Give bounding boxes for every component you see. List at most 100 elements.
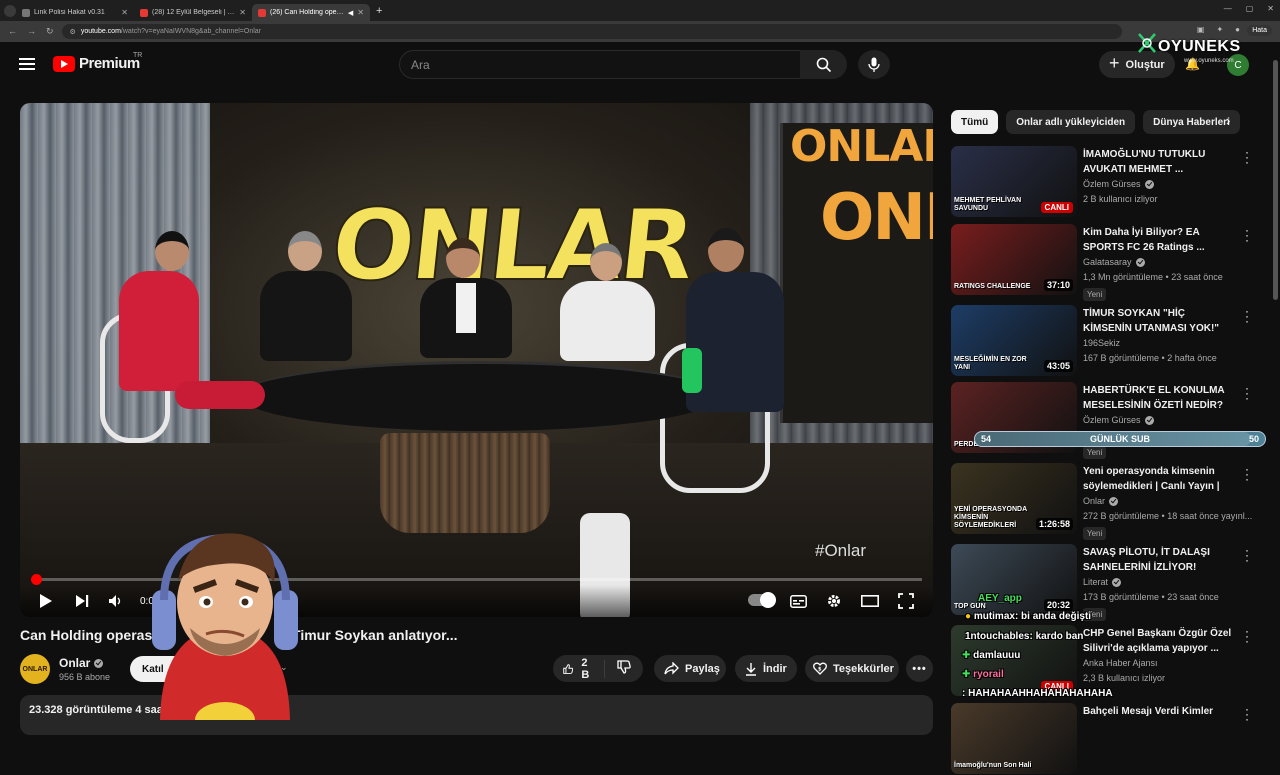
recommendation-title[interactable]: HABERTÜRK'E EL KONULMA MESELESİNİN ÖZETİ… (1083, 383, 1233, 413)
video-thumbnail[interactable]: YENİ OPERASYONDA KİMSENİN SÖYLEMEDİKLERİ… (951, 463, 1077, 534)
scrollbar-thumb[interactable] (1273, 60, 1278, 300)
recommendation-title[interactable]: İMAMOĞLU'NU TUTUKLU AVUKATI MEHMET ... (1083, 147, 1233, 177)
settings-button[interactable] (824, 591, 844, 611)
tab-close-icon[interactable]: ✕ (121, 8, 128, 17)
voice-search-button[interactable] (858, 50, 890, 79)
more-vertical-icon[interactable]: · · · (1242, 146, 1252, 168)
play-button[interactable] (36, 591, 56, 611)
more-vertical-icon[interactable]: · · · (1242, 224, 1252, 246)
browser-tab-1[interactable]: Link Polisi Hakat v0.31 ✕ (16, 4, 134, 21)
error-badge[interactable]: Hata (1247, 25, 1272, 36)
fullscreen-button[interactable] (896, 591, 916, 611)
recommendation-channel[interactable]: 196Sekiz (1083, 338, 1120, 348)
chat-message: 1ntouchables: kardo ban (965, 631, 1084, 642)
share-label: Paylaş (685, 662, 720, 675)
recommendation-title[interactable]: Kim Daha İyi Biliyor? EA SPORTS FC 26 Ra… (1083, 225, 1233, 255)
dislike-button[interactable] (605, 660, 643, 677)
channel-avatar[interactable]: ONLAR (20, 654, 50, 684)
recommendation-item[interactable]: MESLEĞİMİN EN ZOR YANI 43:05 TİMUR SOYKAN … (951, 305, 1261, 377)
verified-check-icon (1112, 577, 1122, 587)
close-window-icon[interactable]: ✕ (1267, 4, 1274, 13)
browser-tab-3[interactable]: (26) Can Holding operasyo... ◀ ✕ (252, 4, 370, 21)
recommendation-title[interactable]: Yeni operasyonda kimsenin söylemedikleri… (1083, 464, 1233, 494)
back-icon[interactable]: ← (8, 26, 17, 37)
plus-icon: + (1109, 53, 1120, 73)
video-thumbnail[interactable]: MESLEĞİMİN EN ZOR YANI 43:05 (951, 305, 1077, 376)
video-thumbnail[interactable]: MEHMET PEHLİVAN SAVUNDU CANLI (951, 146, 1077, 217)
tab-close-icon[interactable]: ✕ (357, 8, 364, 17)
chevron-right-icon[interactable]: › (1226, 113, 1230, 128)
recommendation-channel[interactable]: Özlem Gürses (1083, 179, 1154, 189)
recommendation-title[interactable]: CHP Genel Başkanı Özgür Özel Silivri'de … (1083, 626, 1233, 656)
theater-mode-button[interactable] (860, 591, 880, 611)
more-vertical-icon[interactable]: · · · (1242, 382, 1252, 404)
verified-check-icon (1144, 415, 1154, 425)
thanks-button[interactable]: $ Teşekkürler (805, 655, 899, 682)
channel-name-text: Galatasaray (1083, 257, 1132, 267)
browser-tab-2[interactable]: (28) 12 Eylül Belgeseli | 32... ✕ (134, 4, 252, 21)
maximize-icon[interactable]: ▢ (1246, 4, 1254, 13)
recommendation-channel[interactable]: Literat (1083, 577, 1122, 587)
menu-icon[interactable] (19, 58, 35, 70)
recommendation-item[interactable]: İmamoğlu'nun Son Hali Bahçeli Mesajı Verd… (951, 703, 1261, 775)
site-info-icon[interactable]: ⚙ (70, 28, 76, 36)
recommendation-meta: 1,3 Mn görüntüleme • 23 saat önce (1083, 272, 1223, 282)
chat-message: : HAHAHAAHHAHAHAHAHAHA (962, 688, 1113, 699)
volume-button[interactable] (106, 591, 126, 611)
video-thumbnail[interactable]: TOP GUN 20:32 (951, 544, 1077, 615)
scrubber-handle[interactable] (30, 574, 42, 585)
channel-name[interactable]: Onlar (59, 656, 104, 670)
tab-search-icon[interactable] (4, 4, 16, 17)
search-box[interactable] (399, 50, 801, 79)
next-button[interactable] (72, 591, 92, 611)
video-thumbnail[interactable]: İmamoğlu'nun Son Hali (951, 703, 1077, 774)
more-vertical-icon[interactable]: · · · (1242, 463, 1252, 485)
favicon-icon (22, 8, 30, 17)
reload-icon[interactable]: ↻ (46, 26, 54, 37)
recommendation-meta: 2 B kullanıcı izliyor (1083, 194, 1158, 204)
more-vertical-icon[interactable]: · · · (1242, 544, 1252, 566)
minimize-icon[interactable]: — (1224, 4, 1232, 13)
recommendation-title[interactable]: Bahçeli Mesajı Verdi Kimler (1083, 704, 1233, 719)
recommendation-meta: 167 B görüntüleme • 2 hafta önce (1083, 353, 1217, 363)
download-button[interactable]: İndir (735, 655, 797, 682)
chip-all[interactable]: Tümü (951, 110, 999, 134)
recommendation-channel[interactable]: Onlar (1083, 496, 1119, 506)
new-tab-icon[interactable]: + (376, 5, 382, 17)
recommendation-item[interactable]: RATINGS CHALLENGE 37:10 Kim Daha İyi Biliy… (951, 224, 1261, 301)
video-thumbnail[interactable]: RATINGS CHALLENGE 37:10 (951, 224, 1077, 295)
like-button[interactable]: 2 B (553, 657, 605, 681)
browser-tab-strip: Link Polisi Hakat v0.31 ✕ (28) 12 Eylül … (0, 0, 1280, 21)
more-actions-button[interactable]: ••• (906, 655, 933, 682)
recommendation-title[interactable]: TİMUR SOYKAN "HİÇ KİMSENİN UTANMASI YOK!… (1083, 306, 1233, 336)
address-bar[interactable]: ⚙ youtube.com/watch?v=eyaNaIWVN8g&ab_cha… (61, 24, 1122, 39)
tab-close-icon[interactable]: ✕ (239, 8, 246, 17)
share-button[interactable]: Paylaş (654, 655, 726, 682)
play-icon (40, 594, 52, 608)
recommendation-title[interactable]: SAVAŞ PİLOTU, İT DALAŞI SAHNELERİNİ İZLİ… (1083, 545, 1233, 575)
recommendation-meta: 2,3 B kullanıcı izliyor (1083, 673, 1166, 683)
subtitles-button[interactable] (788, 591, 808, 611)
more-vertical-icon[interactable]: · · · (1242, 625, 1252, 647)
chip-from-uploader[interactable]: Onlar adlı yükleyiciden (1006, 110, 1136, 134)
recommendation-item[interactable]: MEHMET PEHLİVAN SAVUNDU CANLI İMAMOĞLU'NU … (951, 146, 1261, 218)
search-input[interactable] (411, 57, 800, 72)
speaker-icon[interactable]: ◀ (348, 9, 353, 17)
channel-name-text: 196Sekiz (1083, 338, 1121, 348)
more-vertical-icon[interactable]: · · · (1242, 305, 1252, 327)
chat-message: ✚ ryorail (962, 669, 1004, 680)
recommendation-channel[interactable]: Anka Haber Ajansı (1083, 658, 1158, 668)
verified-check-icon (1144, 179, 1154, 189)
region-code: TR (133, 52, 143, 59)
forward-icon[interactable]: → (27, 26, 36, 37)
browser-toolbar: ← → ↻ ⚙ youtube.com/watch?v=eyaNaIWVN8g&… (0, 21, 1280, 42)
youtube-logo[interactable]: Premium (53, 55, 140, 72)
recommendation-channel[interactable]: Galatasaray (1083, 257, 1145, 267)
search-button[interactable] (800, 50, 847, 79)
thumbs-up-icon (563, 663, 574, 674)
autoplay-toggle[interactable] (748, 592, 776, 608)
recommendation-item[interactable]: TOP GUN 20:32 SAVAŞ PİLOTU, İT DALAŞI SAHN… (951, 544, 1261, 621)
channel-name-text: Özlem Gürses (1083, 415, 1141, 425)
recommendation-item[interactable]: YENİ OPERASYONDA KİMSENİN SÖYLEMEDİKLERİ… (951, 463, 1261, 540)
recommendation-channel[interactable]: Özlem Gürses (1083, 415, 1154, 425)
